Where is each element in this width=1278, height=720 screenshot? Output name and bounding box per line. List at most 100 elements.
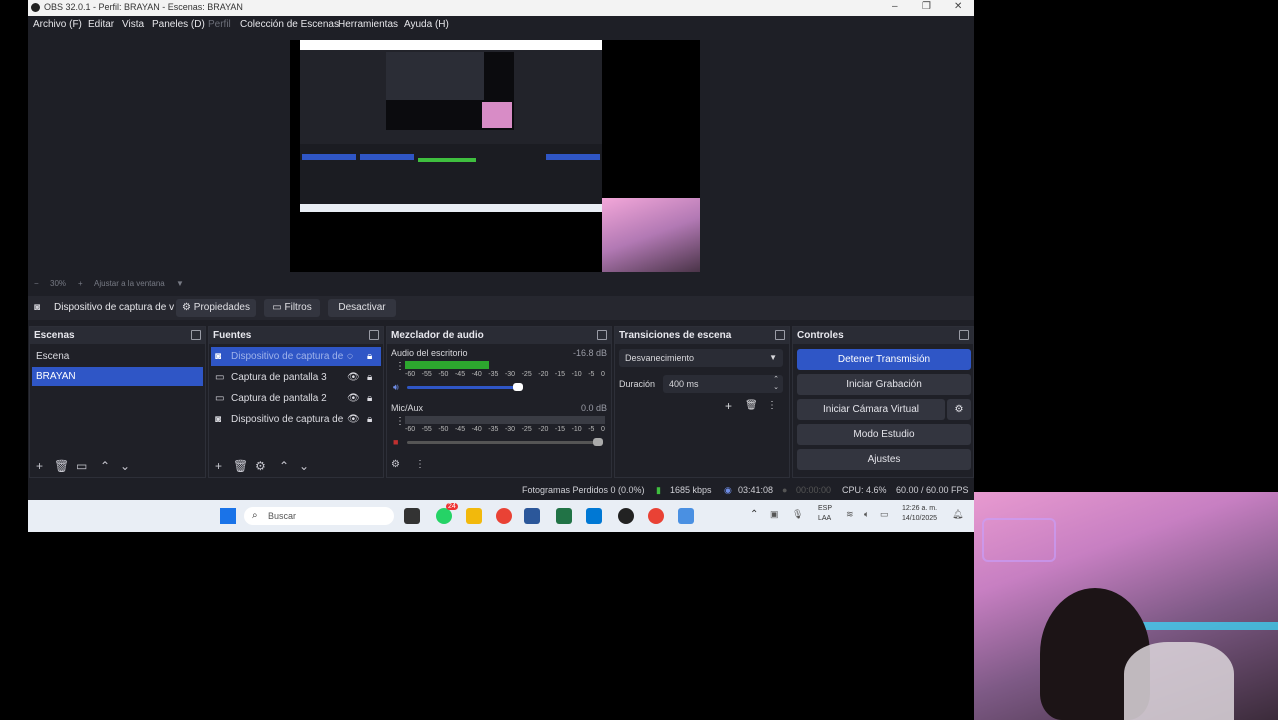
menu-paneles[interactable]: Paneles (D) bbox=[152, 19, 205, 30]
monitor-icon: ▭ bbox=[215, 372, 225, 383]
clock-time[interactable]: 12:26 a. m. bbox=[902, 505, 937, 512]
chevron-down-icon[interactable]: ⌄ bbox=[120, 459, 130, 473]
chrome-icon[interactable] bbox=[496, 508, 512, 524]
restore-icon[interactable]: ❐ bbox=[922, 1, 931, 12]
settings-button[interactable]: Ajustes bbox=[797, 449, 971, 470]
chevron-up-icon[interactable]: ⌃ bbox=[279, 459, 289, 473]
mic-muted-icon[interactable]: ■ bbox=[393, 437, 398, 447]
trash-icon[interactable]: 🗑 bbox=[745, 400, 758, 411]
chrome-profile-icon[interactable] bbox=[648, 508, 664, 524]
stepper-arrows-icon[interactable]: ⌃ ⌄ bbox=[773, 375, 779, 391]
trash-icon[interactable]: 🗑 bbox=[54, 459, 69, 473]
deactivate-button[interactable]: Desactivar bbox=[328, 299, 396, 317]
gear-icon[interactable]: ⚙ bbox=[255, 459, 266, 473]
menu-herramientas[interactable]: Herramientas bbox=[338, 19, 398, 30]
source-item[interactable]: ▭ Captura de pantalla 3 👁︎ 🔒︎ bbox=[211, 368, 381, 387]
task-view-icon[interactable] bbox=[404, 508, 420, 524]
notifications-icon[interactable]: 🔔︎ bbox=[952, 509, 963, 520]
search-icon: ⌕ bbox=[252, 510, 258, 521]
transition-select[interactable]: Desvanecimiento ▼ bbox=[619, 349, 783, 367]
zoom-out-icon[interactable]: − bbox=[34, 279, 39, 288]
obs-taskbar-icon[interactable] bbox=[618, 508, 634, 524]
duration-stepper[interactable]: 400 ms ⌃ ⌄ bbox=[663, 375, 783, 393]
source-label: Captura de pantalla 3 bbox=[231, 372, 327, 383]
eye-icon[interactable]: 👁︎ bbox=[347, 368, 360, 387]
dock-float-icon[interactable] bbox=[369, 330, 379, 340]
slider-handle[interactable] bbox=[593, 438, 603, 446]
start-recording-button[interactable]: Iniciar Grabación bbox=[797, 374, 971, 395]
mic-tray-icon[interactable]: 🎙︎ bbox=[792, 509, 803, 520]
chevron-down-icon[interactable]: ▼ bbox=[176, 279, 184, 288]
dock-float-icon[interactable] bbox=[959, 330, 969, 340]
source-item[interactable]: ◙ Dispositivo de captura de v 👁︎ 🔒︎ bbox=[211, 410, 381, 429]
language-indicator[interactable]: ESP bbox=[818, 505, 832, 512]
lock-icon[interactable]: 🔒︎ bbox=[367, 389, 372, 408]
chevron-down-icon[interactable]: ⌄ bbox=[299, 459, 309, 473]
search-placeholder: Buscar bbox=[268, 511, 297, 521]
volume-icon[interactable]: 🔈︎ bbox=[864, 509, 869, 520]
menu-perfil[interactable]: Perfil bbox=[208, 19, 231, 30]
window-title: OBS 32.0.1 - Perfil: BRAYAN - Escenas: B… bbox=[44, 2, 243, 12]
vscode-icon[interactable] bbox=[586, 508, 602, 524]
eye-icon[interactable]: 👁︎ bbox=[347, 389, 360, 408]
kebab-menu-icon[interactable]: ⋮ bbox=[415, 459, 425, 470]
tick-label: -40 bbox=[471, 371, 482, 378]
preview-canvas[interactable] bbox=[290, 40, 700, 272]
add-icon[interactable]: + bbox=[36, 459, 43, 473]
app-icon[interactable] bbox=[678, 508, 694, 524]
file-explorer-icon[interactable] bbox=[466, 508, 482, 524]
slider-handle[interactable] bbox=[513, 383, 523, 391]
studio-mode-button[interactable]: Modo Estudio bbox=[797, 424, 971, 445]
chevron-up-icon[interactable]: ⌃ bbox=[100, 459, 110, 473]
menu-ayuda[interactable]: Ayuda (H) bbox=[404, 19, 449, 30]
properties-button[interactable]: ⚙ Propiedades bbox=[176, 299, 256, 317]
speaker-icon[interactable]: 🔊︎ bbox=[393, 382, 399, 393]
kebab-menu-icon[interactable]: ⋮ bbox=[767, 400, 777, 411]
lock-icon[interactable]: 🔒︎ bbox=[367, 410, 372, 429]
wifi-icon[interactable]: ≋ bbox=[846, 509, 854, 520]
chevron-up-icon[interactable]: ⌃ bbox=[750, 509, 758, 520]
stop-stream-button[interactable]: Detener Transmisión bbox=[797, 349, 971, 370]
menu-archivo[interactable]: Archivo (F) bbox=[33, 19, 82, 30]
add-icon[interactable]: + bbox=[215, 459, 222, 473]
advanced-audio-icon[interactable]: ⚙ bbox=[391, 459, 400, 470]
menu-coleccion[interactable]: Colección de Escenas bbox=[240, 19, 339, 30]
minimize-icon[interactable]: – bbox=[892, 1, 898, 12]
battery-icon[interactable]: ▭ bbox=[880, 509, 889, 520]
volume-slider-mic[interactable] bbox=[407, 438, 603, 446]
taskbar-search[interactable]: ⌕ Buscar bbox=[244, 507, 394, 525]
excel-icon[interactable] bbox=[556, 508, 572, 524]
scene-item-brayan[interactable]: BRAYAN bbox=[32, 367, 203, 386]
kebab-menu-icon[interactable]: ⋮ bbox=[395, 416, 405, 427]
kebab-menu-icon[interactable]: ⋮ bbox=[395, 361, 405, 372]
record-icon: ● bbox=[782, 485, 788, 495]
visibility-hidden-icon[interactable]: ◌ bbox=[347, 347, 353, 366]
word-icon[interactable] bbox=[524, 508, 540, 524]
lock-icon[interactable]: 🔒︎ bbox=[367, 347, 372, 366]
fit-window-label[interactable]: Ajustar a la ventana bbox=[94, 279, 165, 288]
trash-icon[interactable]: 🗑 bbox=[233, 459, 248, 473]
volume-slider-desktop[interactable] bbox=[407, 383, 523, 391]
zoom-in-icon[interactable]: + bbox=[78, 279, 83, 288]
whatsapp-icon[interactable] bbox=[436, 508, 452, 524]
menu-vista[interactable]: Vista bbox=[122, 19, 144, 30]
add-icon[interactable]: + bbox=[725, 399, 732, 413]
source-item[interactable]: ◙ Dispositivo de captura de v ◌ 🔒︎ bbox=[211, 347, 381, 366]
menu-editar[interactable]: Editar bbox=[88, 19, 114, 30]
dock-float-icon[interactable] bbox=[191, 330, 201, 340]
lock-icon[interactable]: 🔒︎ bbox=[367, 368, 372, 387]
eye-icon[interactable]: 👁︎ bbox=[347, 410, 360, 429]
meter-ticks: -60 -55 -50 -45 -40 -35 -30 -25 -20 -15 -10 -5 0 bbox=[405, 371, 605, 381]
dock-float-icon[interactable] bbox=[775, 330, 785, 340]
source-item[interactable]: ▭ Captura de pantalla 2 👁︎ 🔒︎ bbox=[211, 389, 381, 408]
filter-icon[interactable]: ▭ bbox=[76, 459, 87, 473]
preview-area bbox=[28, 34, 974, 278]
virtual-camera-settings-button[interactable]: ⚙ bbox=[947, 399, 971, 420]
virtual-camera-button[interactable]: Iniciar Cámara Virtual bbox=[797, 399, 945, 420]
filters-button[interactable]: ▭ Filtros bbox=[264, 299, 320, 317]
windows-start-icon[interactable] bbox=[220, 508, 236, 524]
scene-item-escena[interactable]: Escena bbox=[32, 347, 203, 366]
tray-icon[interactable]: ▣ bbox=[770, 509, 779, 520]
close-icon[interactable]: ✕ bbox=[954, 1, 962, 12]
dock-float-icon[interactable] bbox=[597, 330, 607, 340]
